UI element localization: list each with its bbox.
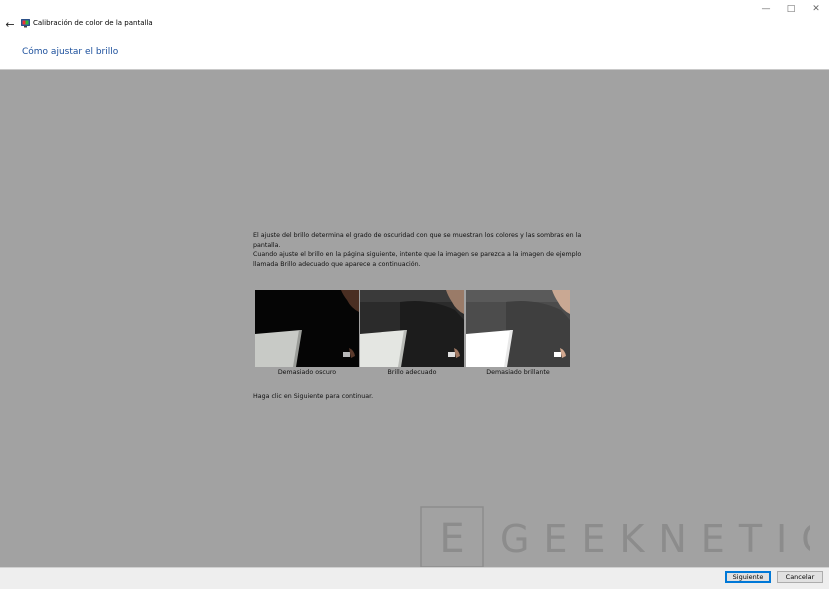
next-button[interactable]: Siguiente — [725, 571, 771, 583]
title-bar: ← Calibración de color de la pantalla — … — [0, 0, 829, 34]
back-arrow-icon: ← — [5, 17, 15, 31]
minimize-icon: — — [761, 3, 771, 14]
instructions-paragraph: Cuando ajuste el brillo en la página sig… — [253, 251, 582, 268]
maximize-icon: □ — [786, 3, 796, 14]
footer-bar: Siguiente Cancelar — [0, 567, 829, 589]
caption-too-bright: Demasiado brillante — [486, 369, 550, 376]
sample-too-bright-image — [466, 290, 570, 367]
geeknetic-watermark-logo: E GEEKNETIC — [420, 506, 810, 568]
continue-instruction: Haga clic en Siguiente para continuar. — [253, 393, 374, 400]
heading-band: Cómo ajustar el brillo — [0, 34, 829, 70]
sample-correct-brightness-image — [360, 290, 464, 367]
display-calibration-icon — [21, 19, 30, 28]
calibration-window: ← Calibración de color de la pantalla — … — [0, 0, 829, 589]
svg-text:E: E — [439, 516, 464, 562]
window-title: Calibración de color de la pantalla — [33, 19, 153, 27]
back-button[interactable]: ← — [3, 17, 17, 31]
close-button[interactable]: ✕ — [801, 0, 829, 17]
intro-paragraph: El ajuste del brillo determina el grado … — [253, 232, 582, 249]
svg-text:GEEKNETIC: GEEKNETIC — [500, 517, 810, 561]
caption-correct-brightness: Brillo adecuado — [387, 369, 437, 376]
sample-too-dark-image — [255, 290, 359, 367]
page-title: Cómo ajustar el brillo — [22, 47, 119, 57]
close-icon: ✕ — [812, 3, 820, 14]
cancel-button[interactable]: Cancelar — [777, 571, 823, 583]
caption-too-dark: Demasiado oscuro — [277, 369, 337, 376]
content-area: El ajuste del brillo determina el grado … — [0, 70, 829, 568]
